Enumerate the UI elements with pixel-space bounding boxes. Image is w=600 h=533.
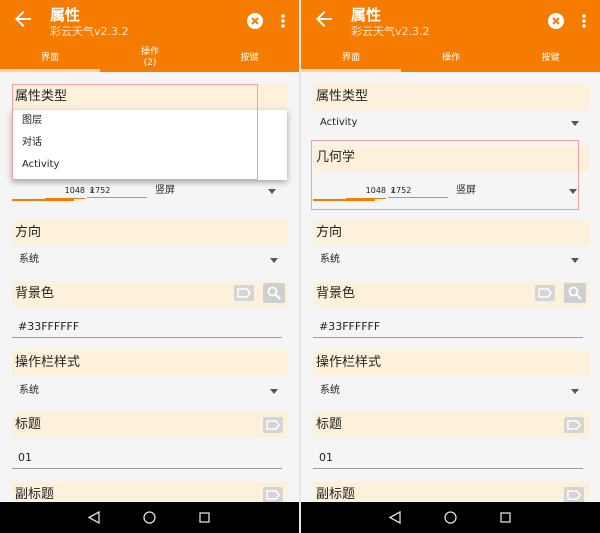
nav-home-icon[interactable] <box>143 511 156 524</box>
label-button[interactable] <box>535 285 555 301</box>
search-button[interactable] <box>564 283 586 303</box>
actionbar-select[interactable]: 系统 <box>12 379 288 403</box>
direction-select[interactable]: 系统 <box>313 248 589 272</box>
bgcolor-input[interactable]: #33FFFFFF <box>12 316 282 338</box>
tab-interface[interactable]: 界面 <box>0 44 100 72</box>
orientation-select[interactable]: 竖屏 <box>155 184 175 198</box>
bgcolor-input[interactable]: #33FFFFFF <box>313 316 583 338</box>
search-icon <box>267 286 281 300</box>
label-button[interactable] <box>263 417 283 433</box>
close-circle-icon[interactable] <box>246 12 264 30</box>
section-actionbar-header: 操作栏样式 <box>12 350 288 376</box>
tab-interface[interactable]: 界面 <box>301 44 401 72</box>
height-input[interactable]: 1752 <box>87 184 147 198</box>
label-tag-icon <box>266 490 280 500</box>
section-actionbar-header: 操作栏样式 <box>313 350 589 376</box>
app-title: 属性 <box>351 6 382 24</box>
label-tag-icon <box>538 288 552 298</box>
section-type-header: 属性类型 <box>313 84 589 110</box>
right-screen: 属性 彩云天气v2.3.2 界面 操作 按键 属性类型 Activity 几何学… <box>301 0 600 533</box>
nav-recent-icon[interactable] <box>199 512 210 523</box>
section-direction-header: 方向 <box>12 220 288 246</box>
tab-label: 按键 <box>541 52 560 63</box>
nav-home-icon[interactable] <box>444 511 457 524</box>
properties-list: 属性类型 Activity 几何学 1048 x 1752 竖屏 方向 系统 背… <box>301 72 600 508</box>
label-button[interactable] <box>564 417 584 433</box>
annotation-box <box>311 140 579 210</box>
tab-actions[interactable]: 操作 (2) <box>100 44 200 72</box>
tab-label: 操作 <box>140 47 159 57</box>
label-button[interactable] <box>234 285 254 301</box>
direction-value: 系统 <box>19 254 39 265</box>
nav-recent-icon[interactable] <box>500 512 511 523</box>
tab-actions[interactable]: 操作 <box>401 44 501 72</box>
chevron-down-icon <box>571 121 579 126</box>
chevron-down-icon <box>571 389 579 394</box>
label-tag-icon <box>237 288 251 298</box>
more-vert-icon[interactable] <box>579 10 589 32</box>
label-tag-icon <box>567 490 581 500</box>
app-bar: 属性 彩云天气v2.3.2 界面 操作 按键 <box>301 0 600 72</box>
section-direction-header: 方向 <box>313 220 589 246</box>
system-nav-bar <box>0 502 299 533</box>
tab-keys[interactable]: 按键 <box>200 44 299 72</box>
tab-label: 按键 <box>240 52 259 63</box>
title-input[interactable]: 01 <box>12 447 282 469</box>
chevron-down-icon <box>270 258 278 263</box>
label-button[interactable] <box>564 487 584 503</box>
actionbar-value: 系统 <box>19 385 39 396</box>
tab-label: 界面 <box>341 52 360 63</box>
app-bar: 属性 彩云天气v2.3.2 界面 操作 (2) 按键 <box>0 0 299 72</box>
annotation-box <box>12 84 258 180</box>
direction-value: 系统 <box>320 254 340 265</box>
section-title-header: 标题 <box>12 412 288 438</box>
tab-count: (2) <box>143 58 157 68</box>
label-button[interactable] <box>263 487 283 503</box>
section-title-header: 标题 <box>313 412 589 438</box>
search-button[interactable] <box>263 283 285 303</box>
tab-label: 界面 <box>40 52 59 63</box>
nav-back-icon[interactable] <box>389 511 401 524</box>
more-vert-icon[interactable] <box>278 10 288 32</box>
type-select[interactable]: Activity <box>313 111 589 135</box>
arrow-left-icon[interactable] <box>11 7 35 31</box>
close-circle-icon[interactable] <box>547 12 565 30</box>
app-subtitle: 彩云天气v2.3.2 <box>50 25 129 38</box>
app-title: 属性 <box>50 6 81 24</box>
chevron-down-icon <box>270 389 278 394</box>
label-tag-icon <box>567 420 581 430</box>
actionbar-select[interactable]: 系统 <box>313 379 589 403</box>
actionbar-value: 系统 <box>320 385 340 396</box>
label-tag-icon <box>266 420 280 430</box>
app-subtitle: 彩云天气v2.3.2 <box>351 25 430 38</box>
search-icon <box>568 286 582 300</box>
direction-select[interactable]: 系统 <box>12 248 288 272</box>
arrow-left-icon[interactable] <box>312 7 336 31</box>
chevron-down-icon <box>571 258 579 263</box>
chevron-down-icon <box>268 189 276 194</box>
type-value: Activity <box>320 117 358 128</box>
system-nav-bar <box>301 502 600 533</box>
width-underline <box>12 199 74 201</box>
tab-label: 操作 <box>441 52 460 63</box>
left-screen: 属性 彩云天气v2.3.2 界面 操作 (2) 按键 属性类型 1048 x 17… <box>0 0 299 533</box>
tab-keys[interactable]: 按键 <box>501 44 600 72</box>
title-input[interactable]: 01 <box>313 447 583 469</box>
nav-back-icon[interactable] <box>88 511 100 524</box>
width-input[interactable]: 1048 <box>45 184 85 199</box>
